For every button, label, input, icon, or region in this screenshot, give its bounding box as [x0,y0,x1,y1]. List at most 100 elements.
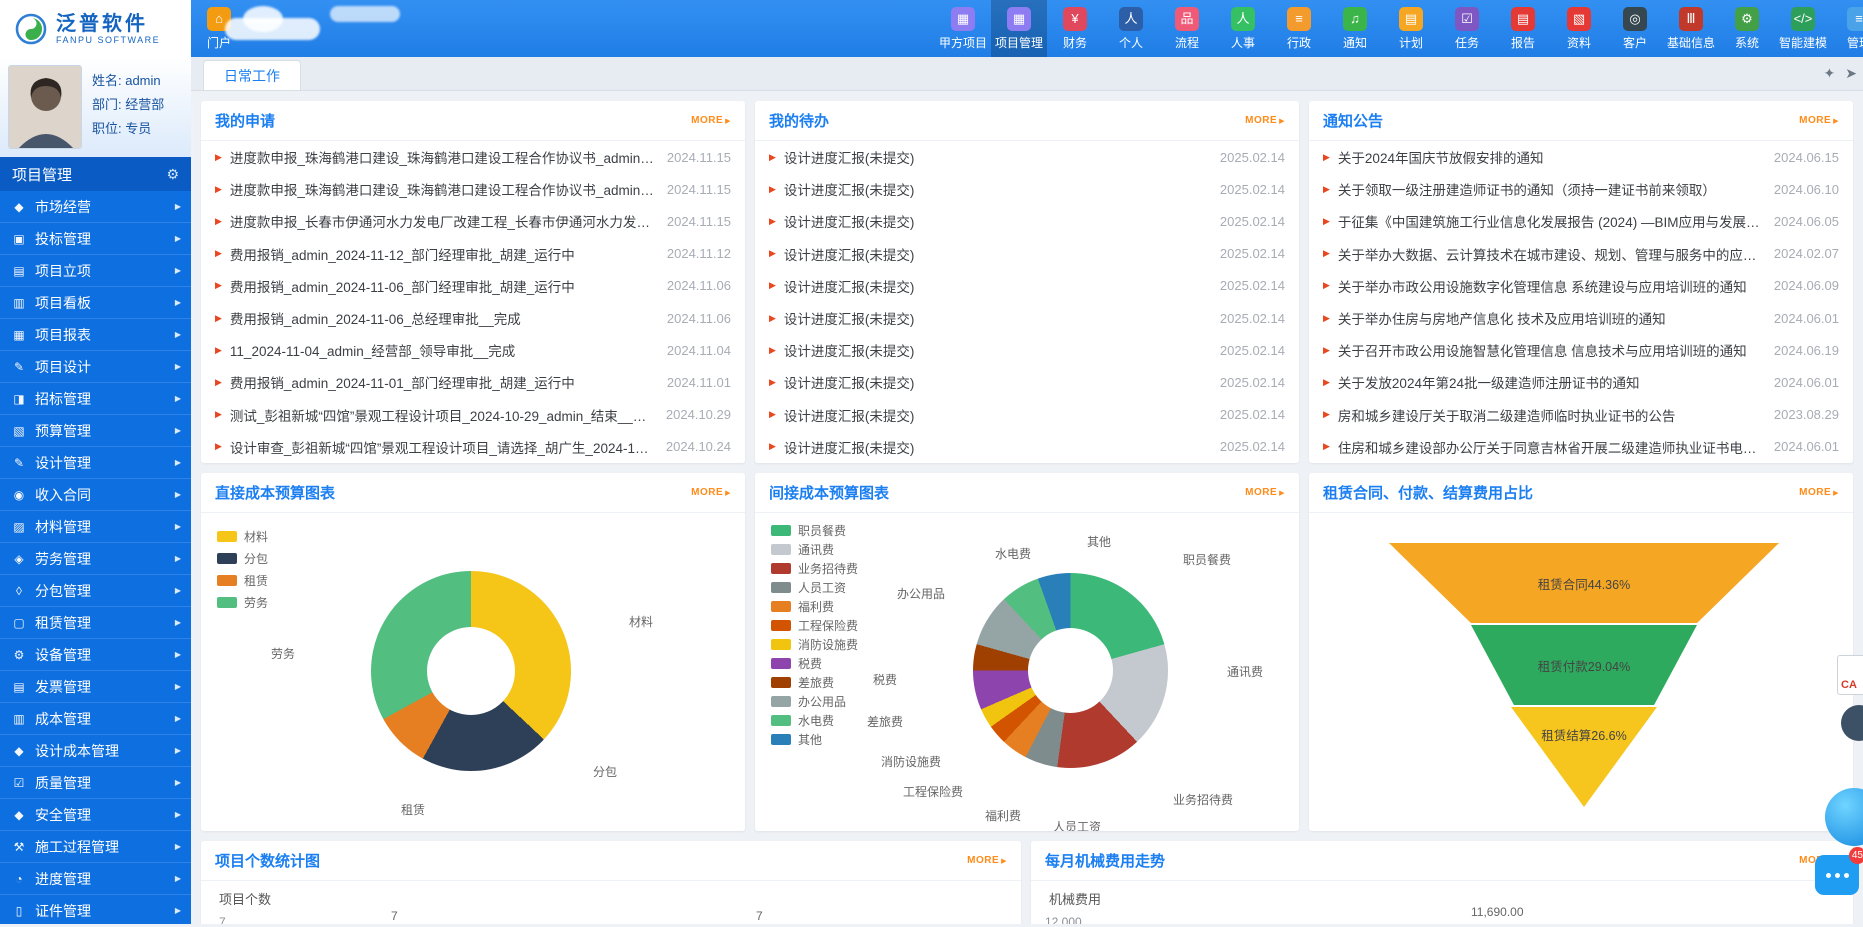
topnav-item[interactable]: ▤ 报告 [1495,0,1551,57]
list-item[interactable]: ▶ 设计进度汇报(未提交) 2025.02.14 [755,238,1299,270]
legend-item[interactable]: 差旅费 [771,673,858,692]
list-item[interactable]: ▶ 设计审查_彭祖新城“四馆”景观工程设计项目_请选择_胡广生_2024-10-… [201,431,745,463]
topnav-item[interactable]: ¥ 财务 [1047,0,1103,57]
legend-item[interactable]: 人员工资 [771,578,858,597]
sidebar-item[interactable]: ▣ 投标管理 ▶ [0,223,191,255]
sidebar-item[interactable]: ◆ 安全管理 ▶ [0,799,191,831]
topnav-item[interactable]: </> 智能建模 [1775,0,1831,57]
list-item[interactable]: ▶ 费用报销_admin_2024-11-06_总经理审批__完成 2024.1… [201,302,745,334]
panel-title[interactable]: 间接成本预算图表 [769,482,889,503]
sidebar-item[interactable]: ▤ 项目立项 ▶ [0,255,191,287]
legend-item[interactable]: 租赁 [217,569,268,591]
list-item[interactable]: ▶ 进度款申报_长春市伊通河水力发电厂改建工程_长春市伊通河水力发电... 20… [201,205,745,237]
list-item[interactable]: ▶ 费用报销_admin_2024-11-01_部门经理审批_胡建_运行中 20… [201,366,745,398]
sidebar-item[interactable]: ▦ 项目报表 ▶ [0,319,191,351]
sidebar-item[interactable]: ▢ 租赁管理 ▶ [0,607,191,639]
legend-item[interactable]: 福利费 [771,597,858,616]
list-item[interactable]: ▶ 关于召开市政公用设施智慧化管理信息 信息技术与应用培训班的通知 2024.0… [1309,334,1853,366]
legend-item[interactable]: 分包 [217,547,268,569]
list-item[interactable]: ▶ 设计进度汇报(未提交) 2025.02.14 [755,334,1299,366]
topnav-item[interactable]: ◎ 客户 [1607,0,1663,57]
settings-gear-icon[interactable]: ⚙ [166,166,179,183]
topnav-item[interactable]: ♫ 通知 [1327,0,1383,57]
legend-item[interactable]: 其他 [771,730,858,749]
list-item[interactable]: ▶ 设计进度汇报(未提交) 2025.02.14 [755,270,1299,302]
key-icon[interactable]: ✦ [1824,65,1836,82]
list-item[interactable]: ▶ 费用报销_admin_2024-11-12_部门经理审批_胡建_运行中 20… [201,238,745,270]
more-link[interactable]: MORE▶ [1245,115,1285,126]
sidebar-item[interactable]: ✎ 设计管理 ▶ [0,447,191,479]
sidebar-item[interactable]: ▤ 发票管理 ▶ [0,671,191,703]
topnav-item[interactable]: ▦ 甲方项目 [935,0,991,57]
topnav-item[interactable]: 人 人事 [1215,0,1271,57]
panel-title[interactable]: 每月机械费用走势 [1045,850,1165,871]
avatar[interactable] [8,65,82,149]
legend-item[interactable]: 职员餐费 [771,521,858,540]
list-item[interactable]: ▶ 进度款申报_珠海鹤港口建设_珠海鹤港口建设工程合作协议书_admin_...… [201,173,745,205]
sidebar-item[interactable]: ▧ 预算管理 ▶ [0,415,191,447]
topnav-item[interactable]: ≡ 行政 [1271,0,1327,57]
list-item[interactable]: ▶ 设计进度汇报(未提交) 2025.02.14 [755,302,1299,334]
more-link[interactable]: MORE▶ [1799,115,1839,126]
funnel-stage[interactable]: 租赁结算26.6% [1511,707,1657,807]
app-logo[interactable]: 泛普软件 FANPU SOFTWARE [0,0,191,57]
sidebar-item[interactable]: ◆ 设计成本管理 ▶ [0,735,191,767]
legend-item[interactable]: 劳务 [217,591,268,613]
legend-item[interactable]: 材料 [217,525,268,547]
list-item[interactable]: ▶ 设计进度汇报(未提交) 2025.02.14 [755,366,1299,398]
legend-item[interactable]: 办公用品 [771,692,858,711]
sidebar-item[interactable]: ▨ 材料管理 ▶ [0,511,191,543]
sidebar-item[interactable]: ▥ 项目看板 ▶ [0,287,191,319]
list-item[interactable]: ▶ 设计进度汇报(未提交) 2025.02.14 [755,205,1299,237]
more-link[interactable]: MORE▶ [967,855,1007,866]
topnav-item[interactable]: ▤ 计划 [1383,0,1439,57]
ca-certificate-widget[interactable]: CA [1837,655,1863,695]
more-link[interactable]: MORE▶ [1799,487,1839,498]
list-item[interactable]: ▶ 测试_彭祖新城“四馆”景观工程设计项目_2024-10-29_admin_结… [201,399,745,431]
forward-icon[interactable]: ➤ [1845,65,1857,82]
panel-title[interactable]: 我的待办 [769,110,829,131]
list-item[interactable]: ▶ 住房和城乡建设部办公厅关于同意吉林省开展二级建造师执业证书电子化试点... … [1309,431,1853,463]
more-link[interactable]: MORE▶ [691,115,731,126]
topnav-item[interactable]: ☑ 任务 [1439,0,1495,57]
sidebar-item[interactable]: ◨ 招标管理 ▶ [0,383,191,415]
list-item[interactable]: ▶ 关于举办大数据、云计算技术在城市建设、规划、管理与服务中的应用培训班... … [1309,238,1853,270]
legend-item[interactable]: 水电费 [771,711,858,730]
list-item[interactable]: ▶ 房和城乡建设厅关于取消二级建造师临时执业证书的公告 2023.08.29 [1309,399,1853,431]
panel-title[interactable]: 租赁合同、付款、结算费用占比 [1323,482,1533,503]
donut-chart[interactable] [973,573,1168,768]
list-item[interactable]: ▶ 于征集《中国建筑施工行业信息化发展报告 (2024) —BIM应用与发展》材… [1309,205,1853,237]
panel-title[interactable]: 我的申请 [215,110,275,131]
sidebar-item[interactable]: ⚙ 设备管理 ▶ [0,639,191,671]
chat-button[interactable]: 45 [1815,855,1859,895]
donut-chart[interactable] [371,571,571,771]
legend-item[interactable]: 工程保险费 [771,616,858,635]
sidebar-item[interactable]: ◊ 分包管理 ▶ [0,575,191,607]
list-item[interactable]: ▶ 设计进度汇报(未提交) 2025.02.14 [755,431,1299,463]
legend-item[interactable]: 消防设施费 [771,635,858,654]
sidebar-item[interactable]: ◔ 进度管理 ▶ [0,863,191,895]
topnav-item[interactable]: 品 流程 [1159,0,1215,57]
sidebar-item[interactable]: ▯ 证件管理 ▶ [0,895,191,927]
legend-item[interactable]: 业务招待费 [771,559,858,578]
list-item[interactable]: ▶ 关于发放2024年第24批一级建造师注册证书的通知 2024.06.01 [1309,366,1853,398]
legend-item[interactable]: 税费 [771,654,858,673]
list-item[interactable]: ▶ 设计进度汇报(未提交) 2025.02.14 [755,173,1299,205]
sidebar-item[interactable]: ◆ 市场经营 ▶ [0,191,191,223]
panel-title[interactable]: 项目个数统计图 [215,850,320,871]
sidebar-item[interactable]: ◈ 劳务管理 ▶ [0,543,191,575]
list-item[interactable]: ▶ 设计进度汇报(未提交) 2025.02.14 [755,141,1299,173]
tab-daily-work[interactable]: 日常工作 [203,60,301,90]
list-item[interactable]: ▶ 11_2024-11-04_admin_经营部_领导审批__完成 2024.… [201,334,745,366]
sidebar-item[interactable]: ✎ 项目设计 ▶ [0,351,191,383]
list-item[interactable]: ▶ 费用报销_admin_2024-11-06_部门经理审批_胡建_运行中 20… [201,270,745,302]
panel-title[interactable]: 通知公告 [1323,110,1383,131]
sidebar-item[interactable]: ▥ 成本管理 ▶ [0,703,191,735]
list-item[interactable]: ▶ 关于2024年国庆节放假安排的通知 2024.06.15 [1309,141,1853,173]
list-item[interactable]: ▶ 关于举办市政公用设施数字化管理信息 系统建设与应用培训班的通知 2024.0… [1309,270,1853,302]
more-link[interactable]: MORE▶ [691,487,731,498]
legend-item[interactable]: 通讯费 [771,540,858,559]
topnav-item[interactable]: ≡ 管理 [1831,0,1863,57]
sidebar-item[interactable]: ☑ 质量管理 ▶ [0,767,191,799]
list-item[interactable]: ▶ 关于举办住房与房地产信息化 技术及应用培训班的通知 2024.06.01 [1309,302,1853,334]
